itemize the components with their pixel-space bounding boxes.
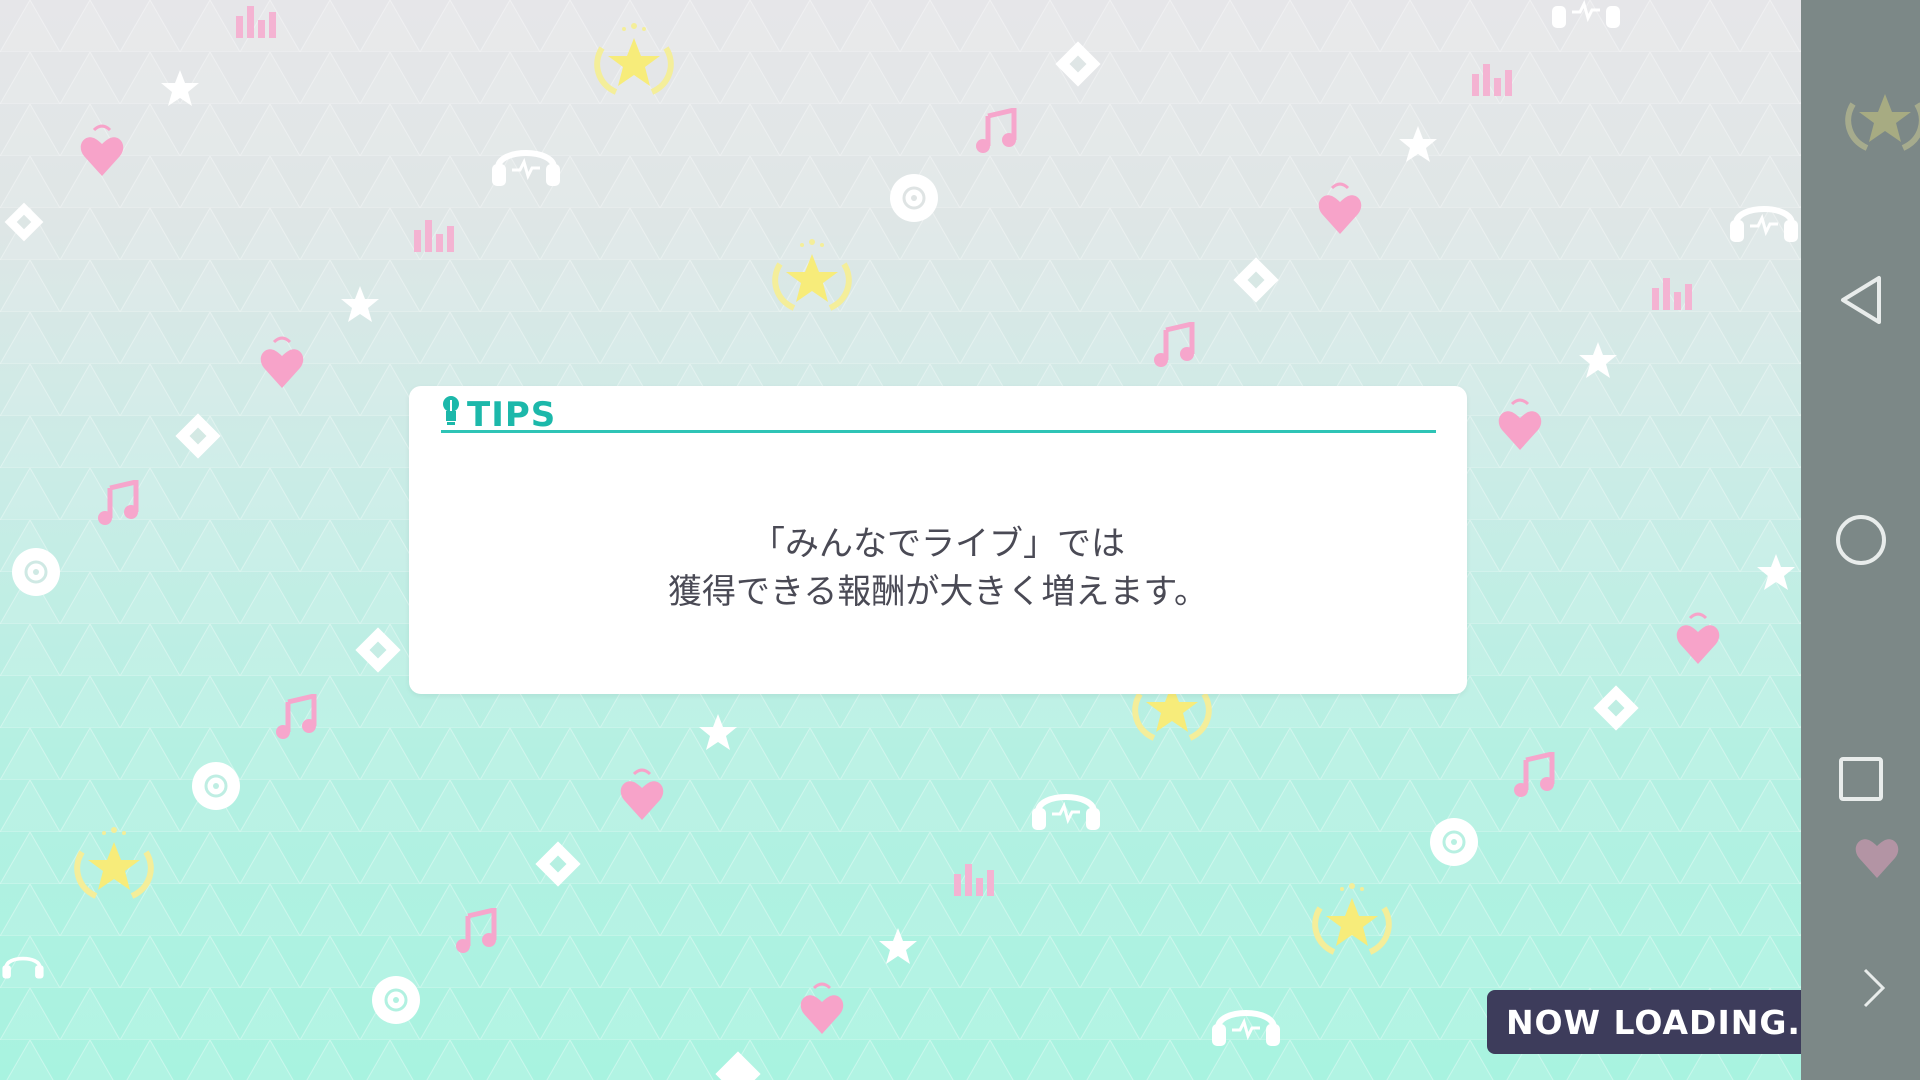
heart-icon: [1498, 398, 1542, 450]
now-loading-badge: NOW LOADING...: [1487, 990, 1801, 1054]
game-screen: TIPS 「みんなでライブ」では 獲得できる報酬が大きく増えます。 NOW LO…: [0, 0, 1920, 1080]
square-recents-icon: [1839, 757, 1883, 801]
headphones-icon: [1730, 206, 1798, 242]
headphones-icon: [1552, 0, 1620, 28]
heart-icon: [620, 768, 664, 820]
diamond-icon: [355, 627, 401, 673]
star-icon: [879, 928, 917, 964]
headphones-icon: [1212, 1010, 1280, 1046]
heart-icon: [800, 982, 844, 1034]
equalizer-icon: [414, 220, 454, 252]
headphones-icon: [2, 956, 44, 979]
heart-icon: [260, 336, 304, 388]
tips-header: TIPS: [441, 396, 1436, 433]
music-note-icon: [976, 108, 1017, 153]
disc-icon: [12, 548, 60, 596]
star-icon: [699, 714, 737, 750]
equalizer-icon: [236, 6, 276, 38]
heart-icon: [1318, 182, 1362, 234]
tips-line-1: 「みんなでライブ」では: [751, 524, 1125, 564]
home-button[interactable]: [1828, 507, 1894, 573]
tips-card: TIPS 「みんなでライブ」では 獲得できる報酬が大きく増えます。: [409, 386, 1467, 694]
back-button[interactable]: [1828, 267, 1894, 333]
laurel-star-icon: [772, 239, 852, 311]
circle-home-icon: [1836, 515, 1886, 565]
disc-icon: [890, 174, 938, 222]
diamond-icon: [1233, 257, 1279, 303]
diamond-icon: [4, 202, 44, 242]
star-icon: [341, 286, 379, 322]
equalizer-icon: [954, 864, 994, 896]
star-icon: [161, 70, 199, 106]
tips-line-2: 獲得できる報酬が大きく増えます。: [668, 572, 1208, 612]
laurel-star-icon: [74, 827, 154, 899]
disc-icon: [372, 976, 420, 1024]
music-note-icon: [1154, 322, 1195, 367]
equalizer-icon: [1652, 278, 1692, 310]
heart-icon: [1855, 839, 1899, 878]
star-icon: [1579, 342, 1617, 378]
recents-button[interactable]: [1828, 746, 1894, 812]
lightbulb-icon: [443, 396, 459, 425]
equalizer-icon: [1472, 64, 1512, 96]
triangle-back-icon: [1841, 276, 1881, 324]
heart-icon: [80, 124, 124, 176]
music-note-icon: [1514, 752, 1555, 797]
star-icon: [1399, 126, 1437, 162]
loading-background: TIPS 「みんなでライブ」では 獲得できる報酬が大きく増えます。 NOW LO…: [0, 0, 1801, 1080]
tips-title: TIPS: [467, 395, 557, 435]
diamond-icon: [715, 1051, 761, 1080]
disc-icon: [192, 762, 240, 810]
chevron-right-icon: [1863, 968, 1886, 1008]
headphones-icon: [492, 150, 560, 186]
diamond-icon: [1055, 41, 1101, 87]
star-icon: [1757, 554, 1795, 590]
laurel-star-icon: [1845, 94, 1920, 151]
music-note-icon: [98, 480, 139, 525]
headphones-icon: [1032, 794, 1100, 830]
laurel-star-icon: [1312, 883, 1392, 955]
system-nav-bar: [1801, 0, 1920, 1080]
diamond-icon: [535, 841, 581, 887]
now-loading-text: NOW LOADING...: [1505, 1002, 1801, 1042]
music-note-icon: [456, 908, 497, 953]
heart-icon: [1676, 612, 1720, 664]
laurel-star-icon: [594, 23, 674, 95]
music-note-icon: [276, 694, 317, 739]
diamond-icon: [175, 413, 221, 459]
disc-icon: [1430, 818, 1478, 866]
diamond-icon: [1593, 685, 1639, 731]
tips-message: 「みんなでライブ」では 獲得できる報酬が大きく増えます。: [409, 520, 1467, 616]
